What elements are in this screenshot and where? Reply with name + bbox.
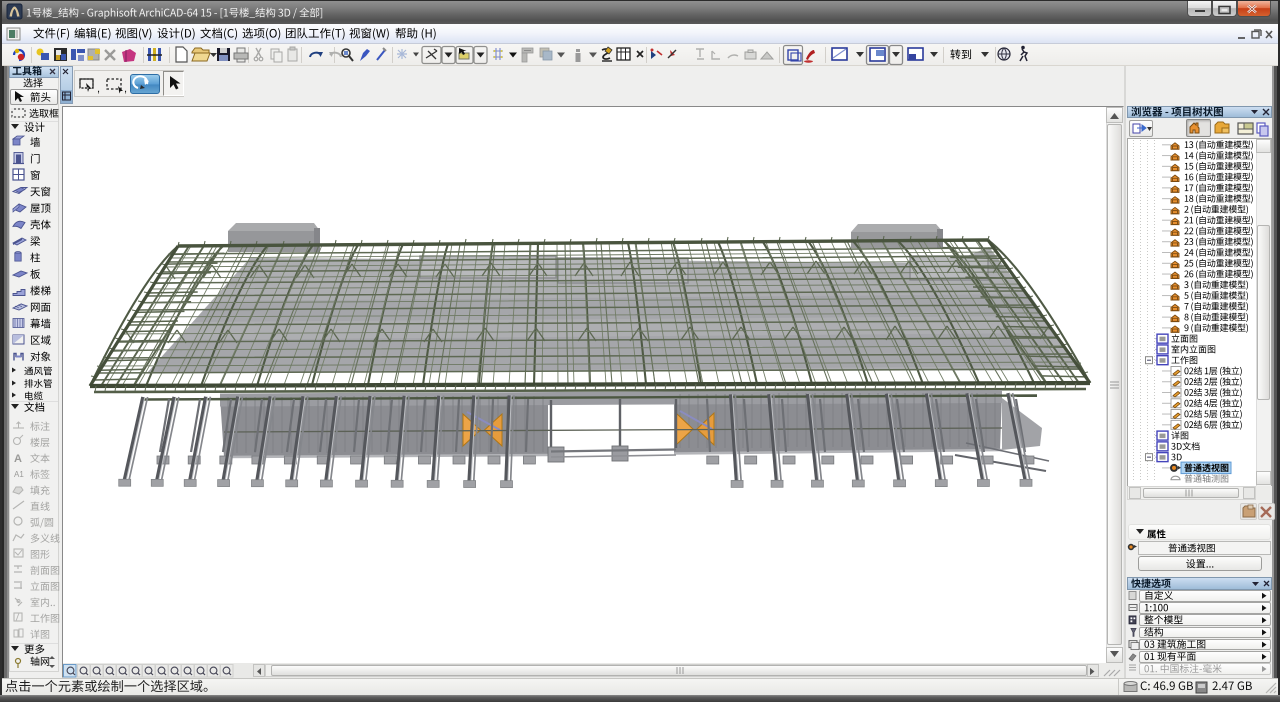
svg-text:A: A bbox=[14, 453, 22, 465]
svg-text:,: , bbox=[97, 83, 100, 95]
svg-text:A1: A1 bbox=[14, 470, 24, 479]
svg-text:,: , bbox=[124, 83, 127, 95]
